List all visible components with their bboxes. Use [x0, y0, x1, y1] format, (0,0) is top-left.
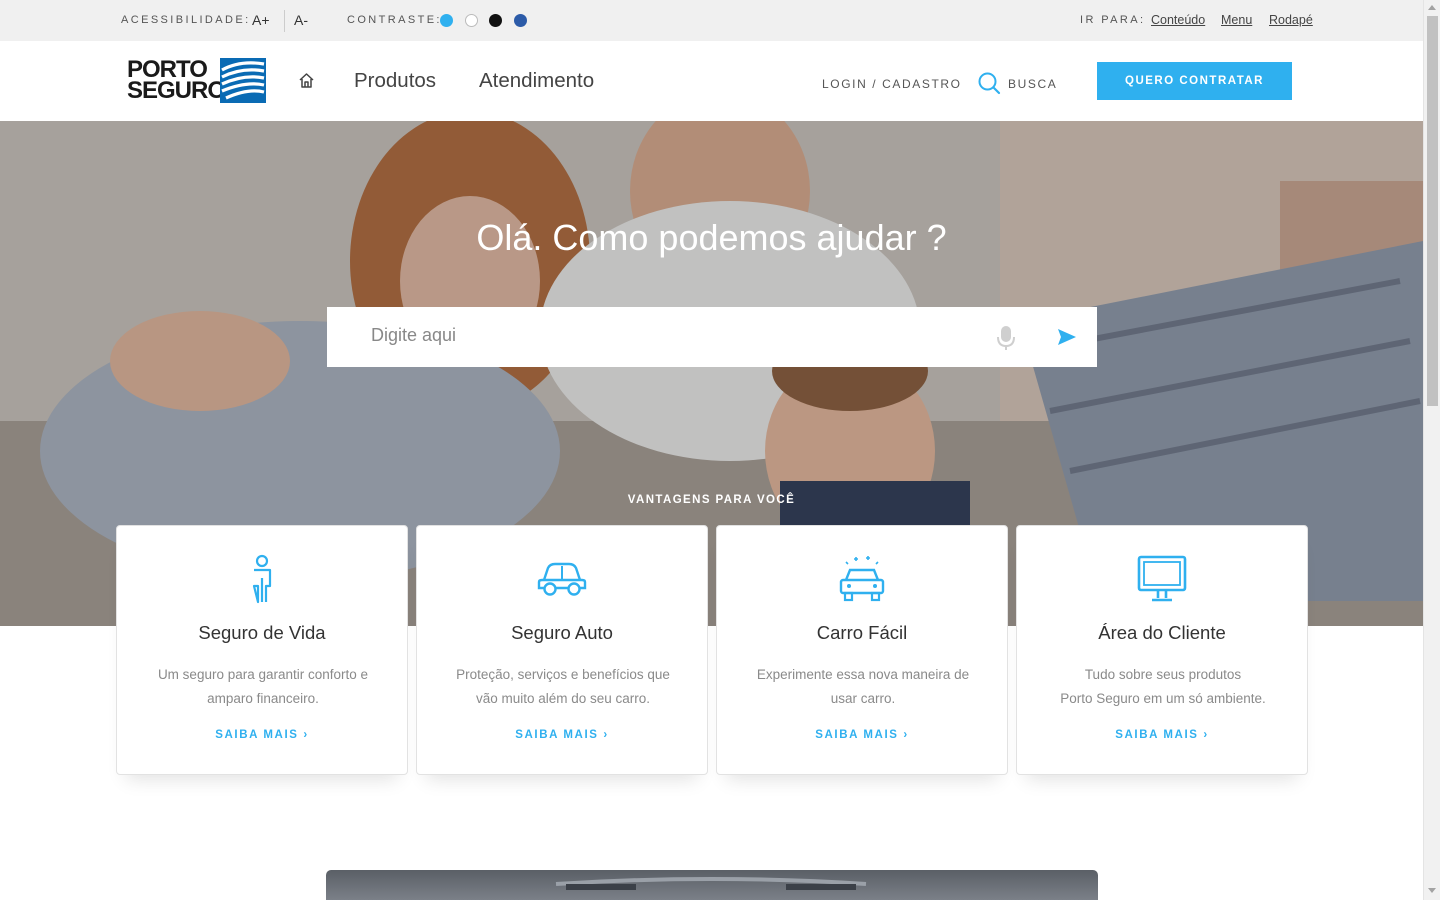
saiba-mais-link[interactable]: SAIBA MAIS ›: [417, 729, 707, 741]
logo-line-seguro: SEGURO: [127, 77, 226, 104]
card-description-line: Porto Seguro em um só ambiente.: [1060, 691, 1266, 706]
contraste-label: CONTRASTE:: [347, 14, 442, 26]
contrast-option-black[interactable]: [489, 14, 502, 27]
accessibility-bar: ACESSIBILIDADE: A+ A- CONTRASTE: IR PARA…: [0, 0, 1423, 41]
contrast-option-white[interactable]: [465, 14, 478, 27]
monitor-icon: [1017, 554, 1307, 610]
card-title: Área do Cliente: [1098, 622, 1226, 643]
contrast-option-dark-blue[interactable]: [514, 14, 527, 27]
card-description-line: Proteção, serviços e benefícios que: [456, 667, 670, 682]
chevron-right-icon: ›: [603, 729, 609, 741]
site-header: PORTO SEGURO Produtos Atendimento LOGIN …: [0, 41, 1423, 121]
card-description-line: Tudo sobre seus produtos: [1084, 667, 1242, 682]
nav-produtos[interactable]: Produtos: [354, 69, 436, 93]
acessibilidade-label: ACESSIBILIDADE:: [121, 14, 251, 26]
card-area-cliente[interactable]: Área do Cliente Tudo sobre seus produtos…: [1016, 525, 1308, 775]
card-description: Proteção, serviços e benefícios que vão …: [439, 663, 687, 711]
car-interior-image: [326, 870, 1098, 900]
scroll-thumb[interactable]: [1427, 16, 1438, 406]
saiba-mais-label: SAIBA MAIS: [515, 729, 599, 741]
saiba-mais-label: SAIBA MAIS: [815, 729, 899, 741]
login-cadastro-link[interactable]: LOGIN / CADASTRO: [822, 77, 962, 91]
home-icon[interactable]: [298, 72, 315, 94]
font-increase-button[interactable]: A+: [252, 12, 270, 28]
scroll-up-icon[interactable]: [1428, 5, 1436, 10]
skip-link-conteudo[interactable]: Conteúdo: [1151, 13, 1205, 27]
sparkling-car-icon: [717, 554, 1007, 610]
card-description-line: Um seguro para garantir conforto e: [157, 667, 369, 682]
send-icon[interactable]: [1057, 328, 1077, 351]
card-description-line: Experimente essa nova maneira de: [756, 667, 970, 682]
card-description: Um seguro para garantir conforto e ampar…: [139, 663, 387, 711]
divider: [284, 10, 285, 32]
car-icon: [417, 554, 707, 610]
search-input[interactable]: [371, 325, 971, 346]
logo-waves-icon: [220, 58, 266, 103]
page-scrollbar[interactable]: [1423, 0, 1440, 900]
card-description-line: usar carro.: [830, 691, 896, 706]
font-decrease-button[interactable]: A-: [294, 12, 308, 28]
card-description: Tudo sobre seus produtos Porto Seguro em…: [1039, 663, 1287, 711]
card-carro-facil[interactable]: Carro Fácil Experimente essa nova maneir…: [716, 525, 1008, 775]
contrast-option-blue[interactable]: [440, 14, 453, 27]
card-description-line: amparo financeiro.: [207, 691, 319, 706]
person-icon: [117, 554, 407, 610]
card-description-line: vão muito além do seu carro.: [475, 691, 651, 706]
card-seguro-auto[interactable]: Seguro Auto Proteção, serviços e benefíc…: [416, 525, 708, 775]
scroll-down-icon[interactable]: [1428, 888, 1436, 893]
nav-atendimento[interactable]: Atendimento: [479, 69, 594, 93]
microphone-icon[interactable]: [996, 325, 1016, 356]
chevron-right-icon: ›: [903, 729, 909, 741]
skip-link-menu[interactable]: Menu: [1221, 13, 1252, 27]
quero-contratar-button[interactable]: QUERO CONTRATAR: [1097, 62, 1292, 100]
busca-link[interactable]: BUSCA: [1008, 77, 1057, 91]
saiba-mais-label: SAIBA MAIS: [1115, 729, 1199, 741]
search-icon[interactable]: [977, 71, 1001, 100]
hero-search-box: [327, 307, 1097, 367]
card-description: Experimente essa nova maneira de usar ca…: [739, 663, 987, 711]
saiba-mais-link[interactable]: SAIBA MAIS ›: [717, 729, 1007, 741]
card-title: Carro Fácil: [816, 622, 908, 643]
chevron-right-icon: ›: [1203, 729, 1209, 741]
saiba-mais-label: SAIBA MAIS: [215, 729, 299, 741]
saiba-mais-link[interactable]: SAIBA MAIS ›: [1017, 729, 1307, 741]
hero-title: Olá. Como podemos ajudar ?: [476, 217, 947, 258]
vantagens-heading: VANTAGENS PARA VOCÊ: [627, 494, 796, 506]
card-title: Seguro Auto: [511, 622, 613, 643]
skip-link-rodape[interactable]: Rodapé: [1269, 13, 1313, 27]
saiba-mais-link[interactable]: SAIBA MAIS ›: [117, 729, 407, 741]
porto-seguro-logo[interactable]: PORTO SEGURO: [127, 58, 226, 104]
chevron-right-icon: ›: [303, 729, 309, 741]
card-title: Seguro de Vida: [198, 622, 326, 643]
card-seguro-vida[interactable]: Seguro de Vida Um seguro para garantir c…: [116, 525, 408, 775]
ir-para-label: IR PARA:: [1080, 14, 1146, 26]
